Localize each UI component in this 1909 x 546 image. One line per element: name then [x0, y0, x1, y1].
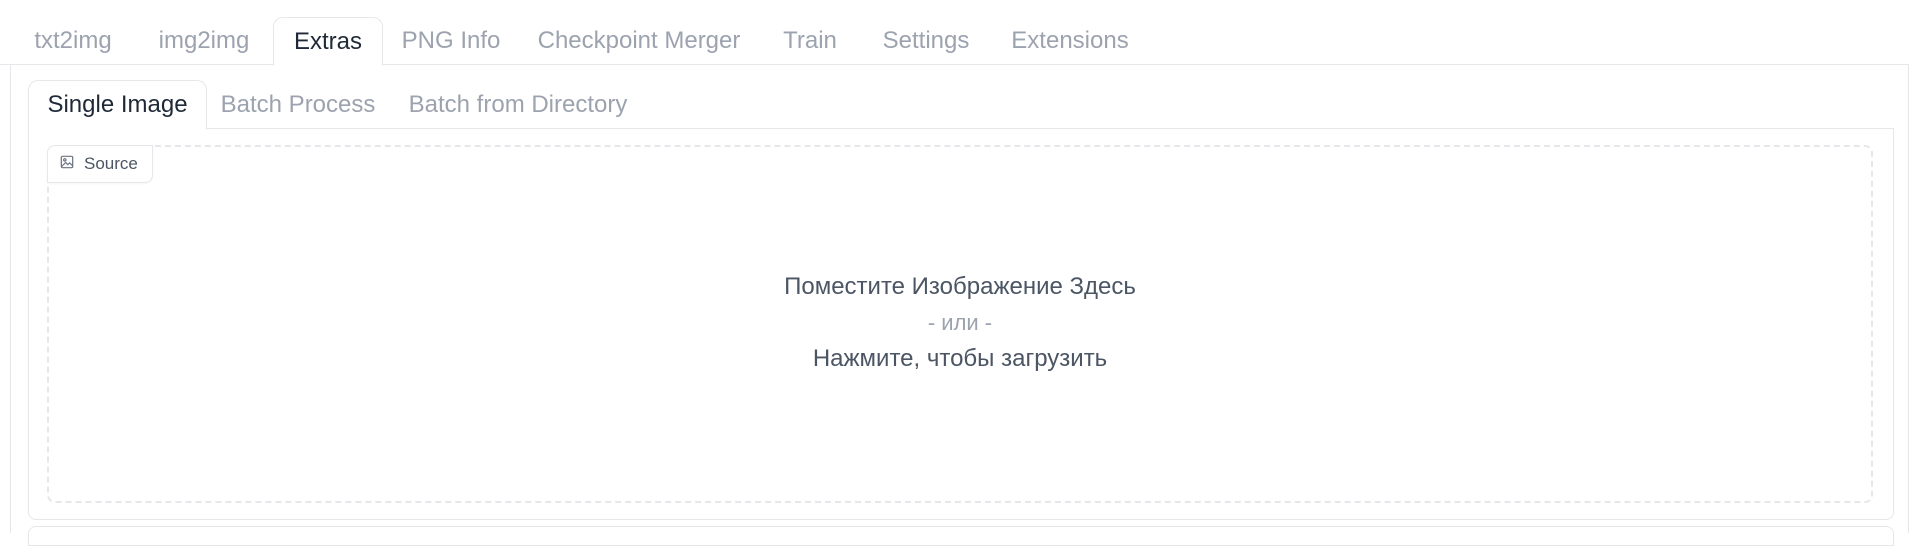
- tab-batch-process[interactable]: Batch Process: [221, 80, 376, 129]
- image-icon: [60, 154, 74, 174]
- tab-img2img[interactable]: img2img: [138, 17, 270, 65]
- tab-png-info[interactable]: PNG Info: [390, 17, 512, 65]
- tab-checkpoint-merger[interactable]: Checkpoint Merger: [528, 17, 750, 65]
- main-tab-bar: txt2img img2img Extras PNG Info Checkpoi…: [0, 0, 1909, 66]
- tab-train[interactable]: Train: [770, 17, 850, 65]
- tab-settings[interactable]: Settings: [870, 17, 982, 65]
- extras-sub-tab-bar: Single Image Batch Process Batch from Di…: [28, 80, 1894, 130]
- drop-image-here-text: Поместите Изображение Здесь: [784, 273, 1136, 300]
- source-label: Source: [47, 145, 153, 183]
- tab-extras[interactable]: Extras: [273, 17, 383, 66]
- click-to-upload-text: Нажмите, чтобы загрузить: [812, 345, 1108, 372]
- drop-or-text: - или -: [927, 310, 993, 335]
- tab-extensions[interactable]: Extensions: [1002, 17, 1138, 65]
- source-label-text: Source: [84, 154, 138, 173]
- tab-single-image[interactable]: Single Image: [28, 80, 207, 130]
- next-panel-edge: [28, 526, 1894, 546]
- tab-batch-from-directory[interactable]: Batch from Directory: [402, 80, 634, 129]
- tab-txt2img[interactable]: txt2img: [14, 17, 132, 65]
